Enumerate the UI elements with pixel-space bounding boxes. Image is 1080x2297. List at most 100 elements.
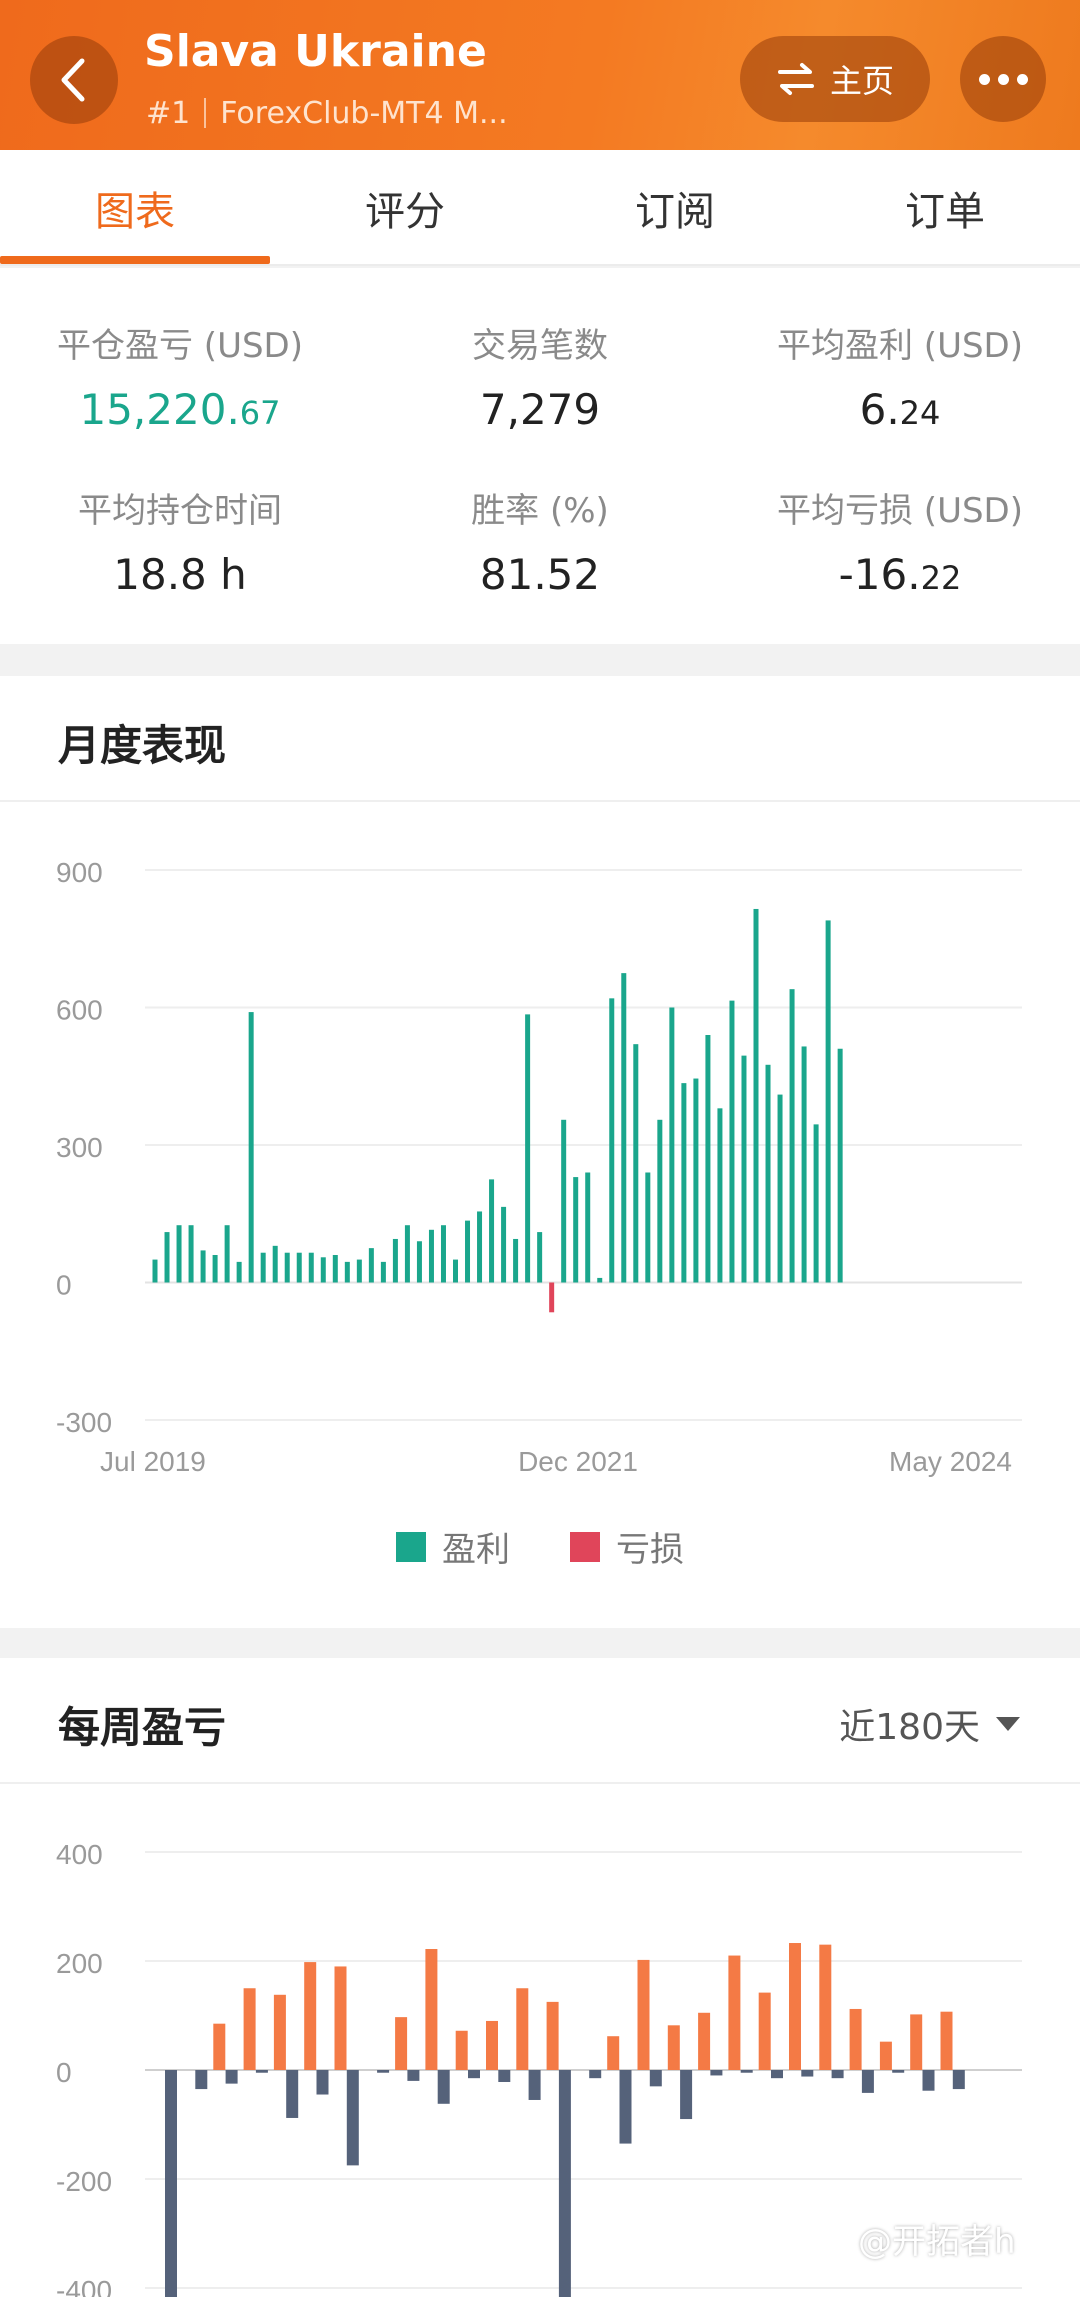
- bar-profit: [272, 1245, 278, 1283]
- bar-profit: [669, 1007, 675, 1283]
- bar-weekly-profit: [607, 2036, 620, 2070]
- stat-value: 18.8 h: [113, 550, 247, 599]
- legend-label-profit: 盈利: [442, 1530, 510, 1570]
- stat-value: 6.24: [859, 385, 941, 434]
- bar-weekly-loss: [952, 2070, 965, 2090]
- y-tick-label: -200: [56, 2166, 112, 2197]
- bar-profit: [681, 1083, 687, 1283]
- tab-rating[interactable]: 评分: [270, 150, 540, 266]
- bar-weekly-loss: [286, 2070, 299, 2118]
- bar-weekly-profit: [304, 1962, 317, 2070]
- bar-profit: [236, 1261, 242, 1283]
- bar-profit: [320, 1257, 326, 1283]
- bar-weekly-profit: [273, 1994, 286, 2070]
- legend-swatch-profit: [396, 1531, 426, 1562]
- bar-profit: [248, 1012, 254, 1283]
- bar-weekly-profit: [455, 2030, 468, 2070]
- bar-weekly-loss: [649, 2070, 662, 2087]
- x-tick-label: Jul 2019: [100, 1446, 206, 1477]
- stat-win-rate: 胜率 (%) 81.52: [360, 483, 720, 599]
- range-dropdown[interactable]: 近180天: [839, 1698, 1020, 1750]
- range-dropdown-label: 近180天: [839, 1707, 980, 1748]
- stat-trades: 交易笔数 7,279: [360, 318, 720, 434]
- tab-bar: 图表 评分 订阅 订单: [0, 150, 1080, 266]
- bar-weekly-loss: [498, 2070, 511, 2082]
- bar-profit: [428, 1229, 434, 1283]
- stat-value: 15,220.67: [79, 385, 281, 434]
- bar-loss: [549, 1282, 555, 1313]
- stat-avg-loss: 平均亏损 (USD) -16.22: [720, 483, 1080, 599]
- x-tick-label: May 2024: [889, 1446, 1012, 1477]
- card-header: 每周盈亏 近180天: [0, 1658, 1080, 1784]
- bar-weekly-profit: [486, 2020, 498, 2070]
- bar-weekly-loss: [165, 2070, 177, 2297]
- bar-weekly-profit: [789, 1943, 801, 2070]
- bar-profit: [164, 1232, 170, 1283]
- stat-label: 平均盈利 (USD): [777, 326, 1023, 366]
- bar-weekly-loss: [558, 2070, 571, 2297]
- bar-profit: [597, 1277, 603, 1283]
- stat-avg-profit: 平均盈利 (USD) 6.24: [720, 318, 1080, 434]
- bar-weekly-profit: [728, 1955, 741, 2070]
- back-button[interactable]: [30, 36, 118, 124]
- bar-weekly-profit: [910, 2014, 923, 2070]
- server-label: ForexClub-MT4 M...: [220, 96, 508, 131]
- tab-orders[interactable]: 订单: [810, 150, 1080, 266]
- bar-weekly-loss: [528, 2070, 541, 2100]
- bar-weekly-loss: [195, 2070, 208, 2090]
- bar-profit: [392, 1238, 398, 1283]
- bar-profit: [825, 920, 831, 1283]
- legend-item-profit[interactable]: 盈利: [396, 1522, 510, 1571]
- bar-profit: [813, 1124, 819, 1283]
- bar-weekly-profit: [667, 2025, 680, 2070]
- bar-weekly-loss: [831, 2070, 844, 2079]
- stat-value: 81.52: [479, 550, 601, 599]
- bar-weekly-loss: [407, 2070, 420, 2081]
- bar-profit: [573, 1177, 579, 1283]
- bar-profit: [368, 1248, 374, 1283]
- bar-profit: [296, 1252, 302, 1283]
- tab-subscribe[interactable]: 订阅: [540, 150, 810, 266]
- bar-profit: [657, 1119, 663, 1283]
- bar-profit: [332, 1255, 338, 1283]
- bar-profit: [404, 1225, 410, 1283]
- more-button[interactable]: [960, 36, 1046, 122]
- bar-profit: [729, 1000, 735, 1283]
- bar-weekly-profit: [940, 2011, 953, 2070]
- bar-profit: [224, 1225, 230, 1283]
- bar-profit: [344, 1261, 350, 1283]
- home-button-label: 主页: [829, 62, 894, 100]
- bar-profit: [260, 1252, 266, 1283]
- tab-active-indicator: [0, 256, 270, 264]
- bar-weekly-profit: [819, 1944, 832, 2070]
- legend-item-loss[interactable]: 亏损: [570, 1522, 684, 1571]
- more-dots-icon: [978, 73, 1028, 85]
- bar-profit: [200, 1250, 206, 1283]
- bar-profit: [621, 973, 627, 1283]
- bar-profit: [801, 1046, 807, 1283]
- bar-profit: [741, 1055, 747, 1283]
- bar-profit: [837, 1048, 843, 1283]
- bar-profit: [356, 1259, 362, 1283]
- bar-profit: [513, 1238, 519, 1283]
- bar-weekly-loss: [892, 2070, 905, 2073]
- y-tick-label: -300: [56, 1407, 112, 1438]
- weekly-pnl-card: 每周盈亏 近180天 400 200 0 -200 -400: [0, 1658, 1080, 2297]
- stat-label: 平仓盈亏 (USD): [57, 326, 303, 366]
- home-button[interactable]: 主页: [740, 36, 930, 122]
- tab-chart[interactable]: 图表: [0, 150, 270, 266]
- stat-avg-hold-time: 平均持仓时间 18.8 h: [0, 483, 360, 599]
- bar-profit: [561, 1119, 567, 1283]
- bar-weekly-loss: [680, 2070, 693, 2120]
- stat-value: -16.22: [838, 550, 962, 599]
- x-tick-label: Dec 2021: [518, 1446, 638, 1477]
- bar-profit: [212, 1255, 218, 1283]
- rank-label: #1: [146, 96, 191, 131]
- bar-profit: [416, 1241, 422, 1283]
- back-arrow-icon: [61, 58, 85, 102]
- card-header: 月度表现: [0, 676, 1080, 802]
- bar-profit: [380, 1261, 386, 1283]
- bar-profit: [777, 1094, 783, 1283]
- monthly-legend: 盈利 亏损: [0, 1522, 1080, 1571]
- watermark: @开拓者h: [858, 2222, 1016, 2262]
